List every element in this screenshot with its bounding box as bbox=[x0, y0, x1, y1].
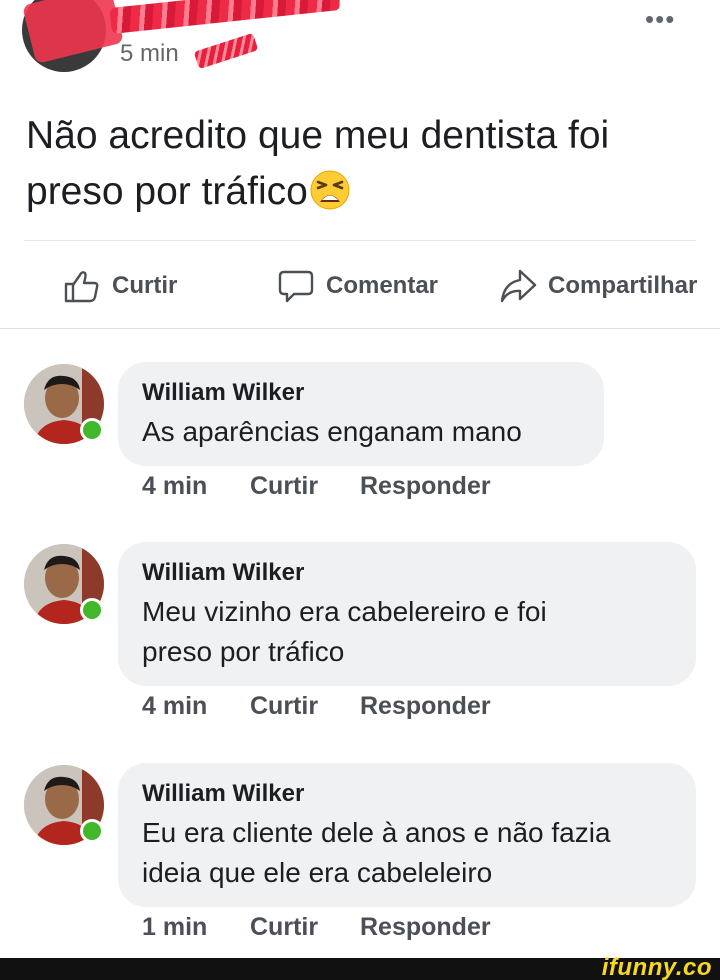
thumbs-up-icon bbox=[64, 271, 99, 303]
like-label: Curtir bbox=[112, 272, 178, 299]
comment-button[interactable]: Comentar bbox=[276, 266, 438, 306]
comment-text-line: ideia que ele era cabeleleiro bbox=[142, 857, 493, 888]
comment-text: Eu era cliente dele à anos e não fazia i… bbox=[142, 813, 674, 893]
comment-reply-link[interactable]: Responder bbox=[360, 472, 491, 501]
comment-text: Meu vizinho era cabelereiro e foi preso … bbox=[142, 592, 674, 672]
ifunny-watermark: ifunny.co bbox=[601, 954, 712, 980]
comment-meta: 4 min Curtir Responder bbox=[142, 692, 491, 721]
tired-face-emoji bbox=[310, 170, 350, 210]
comment-author[interactable]: William Wilker bbox=[142, 779, 674, 809]
comment-item: William Wilker As aparências enganam man… bbox=[0, 362, 720, 502]
more-dots-icon[interactable]: ••• bbox=[645, 6, 675, 32]
comment-like-link[interactable]: Curtir bbox=[250, 472, 360, 501]
comment-text-line: preso por tráfico bbox=[142, 636, 345, 667]
redaction-scribble bbox=[109, 0, 341, 34]
comment-timestamp[interactable]: 4 min bbox=[142, 472, 250, 501]
comment-text-line: Meu vizinho era cabelereiro e foi bbox=[142, 596, 547, 627]
online-status-dot bbox=[80, 598, 104, 622]
comment-timestamp[interactable]: 1 min bbox=[142, 913, 250, 942]
online-status-dot bbox=[80, 418, 104, 442]
like-button[interactable]: Curtir bbox=[62, 266, 177, 306]
comment-text-line: Eu era cliente dele à anos e não fazia bbox=[142, 817, 611, 848]
comment-bubble[interactable]: William Wilker Meu vizinho era cabelerei… bbox=[118, 542, 696, 686]
comment-bubble[interactable]: William Wilker As aparências enganam man… bbox=[118, 362, 604, 466]
redaction-scribble bbox=[193, 32, 259, 70]
post-header: 5 min ••• bbox=[0, 0, 720, 80]
divider bbox=[0, 328, 720, 329]
divider bbox=[24, 240, 696, 241]
post-timestamp[interactable]: 5 min bbox=[120, 40, 179, 68]
comment-meta: 4 min Curtir Responder bbox=[142, 472, 491, 501]
comment-item: William Wilker Eu era cliente dele à ano… bbox=[0, 763, 720, 953]
comment-label: Comentar bbox=[326, 272, 439, 299]
comment-like-link[interactable]: Curtir bbox=[250, 913, 360, 942]
comment-bubble[interactable]: William Wilker Eu era cliente dele à ano… bbox=[118, 763, 696, 907]
online-status-dot bbox=[80, 819, 104, 843]
comment-text: As aparências enganam mano bbox=[142, 416, 522, 447]
comment-author[interactable]: William Wilker bbox=[142, 558, 674, 588]
comment-timestamp[interactable]: 4 min bbox=[142, 692, 250, 721]
redaction-scribble bbox=[22, 0, 124, 64]
watermark-bar: ifunny.co bbox=[0, 954, 720, 980]
post-action-bar: Curtir Comentar Compartilhar bbox=[0, 258, 720, 314]
share-button[interactable]: Compartilhar bbox=[498, 266, 697, 306]
comment-bubble-icon bbox=[278, 270, 314, 303]
share-label: Compartilhar bbox=[548, 272, 698, 299]
comment-reply-link[interactable]: Responder bbox=[360, 913, 491, 942]
comment-reply-link[interactable]: Responder bbox=[360, 692, 491, 721]
comment-author[interactable]: William Wilker bbox=[142, 378, 582, 408]
comment-item: William Wilker Meu vizinho era cabelerei… bbox=[0, 542, 720, 732]
comment-meta: 1 min Curtir Responder bbox=[142, 913, 491, 942]
share-arrow-icon bbox=[500, 269, 537, 303]
post-text: Não acredito que meu dentista foi preso … bbox=[26, 108, 706, 220]
comment-like-link[interactable]: Curtir bbox=[250, 692, 360, 721]
